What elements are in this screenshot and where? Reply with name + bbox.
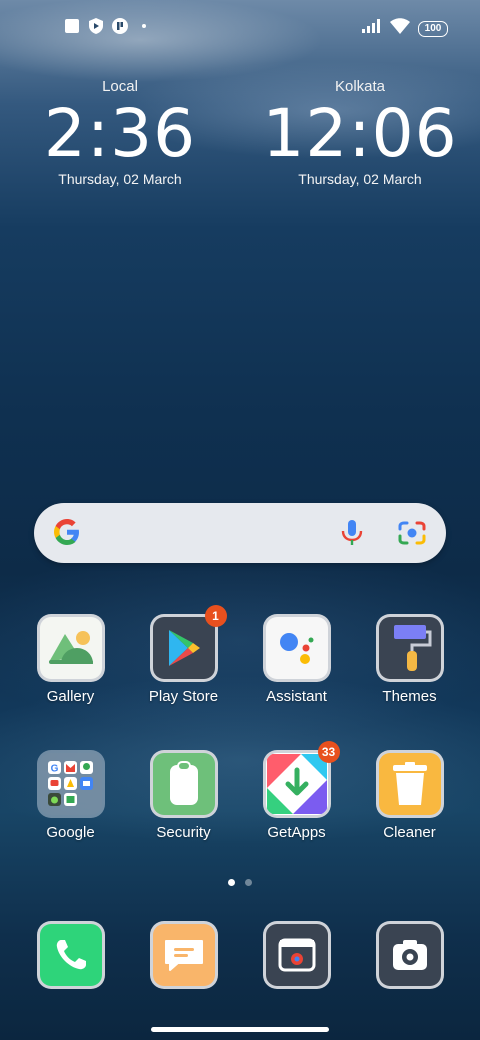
app-label: Play Store <box>148 688 219 705</box>
app-gallery[interactable]: Gallery <box>14 614 127 705</box>
app-themes[interactable]: Themes <box>353 614 466 705</box>
dock-browser[interactable] <box>240 921 353 989</box>
status-bar: 100 <box>0 0 480 56</box>
app-google-folder[interactable]: G Google <box>14 750 127 841</box>
page-dot-active[interactable] <box>228 879 235 886</box>
app-label: Cleaner <box>383 824 436 841</box>
clock-time: 2:36 <box>43 95 197 172</box>
cleaner-icon <box>378 753 441 815</box>
app-notification-icon <box>112 18 128 34</box>
kolkata-clock-widget[interactable]: Kolkata 12:06 Thursday, 02 March <box>260 78 460 187</box>
play-store-icon <box>152 617 215 679</box>
themes-icon <box>378 617 441 679</box>
wifi-icon <box>390 18 410 39</box>
assistant-icon <box>265 617 328 679</box>
security-icon <box>152 753 215 815</box>
app-assistant[interactable]: Assistant <box>240 614 353 705</box>
app-label: GetApps <box>267 824 326 841</box>
phone-icon <box>39 924 102 986</box>
google-search-bar[interactable] <box>34 503 446 563</box>
app-label: Security <box>156 824 211 841</box>
svg-text:G: G <box>50 764 58 775</box>
signal-icon <box>362 19 382 38</box>
app-label: Assistant <box>266 688 327 705</box>
notification-badge: 1 <box>204 605 227 627</box>
app-label: Google <box>46 824 95 841</box>
gallery-icon <box>39 617 102 679</box>
square-icon <box>64 18 80 34</box>
clock-date: Thursday, 02 March <box>298 171 422 187</box>
home-gesture-bar[interactable] <box>151 1027 329 1032</box>
shield-icon <box>88 18 104 34</box>
clock-city: Local <box>102 78 138 95</box>
dock-camera[interactable] <box>353 921 466 989</box>
app-label: Themes <box>382 688 437 705</box>
google-folder-icon: G <box>39 753 102 815</box>
clock-city: Kolkata <box>334 78 386 95</box>
page-indicator[interactable] <box>228 879 252 886</box>
app-label: Gallery <box>46 688 95 705</box>
clock-date: Thursday, 02 March <box>58 171 182 187</box>
google-g-icon[interactable] <box>52 517 84 549</box>
getapps-icon <box>265 753 328 815</box>
dock-messages[interactable] <box>127 921 240 989</box>
mic-icon[interactable] <box>340 519 364 552</box>
lens-icon[interactable] <box>398 520 426 551</box>
app-cleaner[interactable]: Cleaner <box>353 750 466 841</box>
app-getapps[interactable]: 33 GetApps <box>240 741 353 841</box>
dot-icon <box>142 24 146 28</box>
app-play-store[interactable]: 1 Play Store <box>127 605 240 705</box>
battery-icon: 100 <box>418 20 448 37</box>
page-dot[interactable] <box>245 879 252 886</box>
app-security[interactable]: Security <box>127 750 240 841</box>
notification-badge: 33 <box>317 741 340 763</box>
dock-phone[interactable] <box>14 921 127 989</box>
browser-icon <box>265 924 328 986</box>
messages-icon <box>152 924 215 986</box>
clock-time: 12:06 <box>262 95 458 172</box>
local-clock-widget[interactable]: Local 2:36 Thursday, 02 March <box>20 78 220 187</box>
camera-icon <box>378 924 441 986</box>
